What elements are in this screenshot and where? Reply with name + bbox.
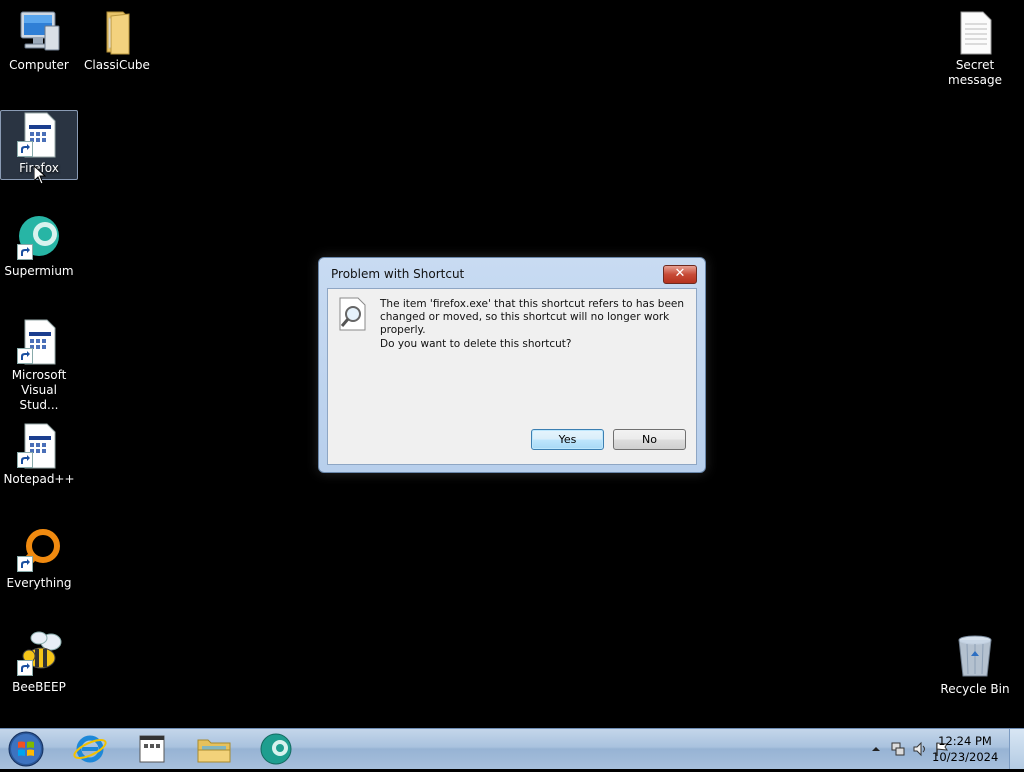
desktop-icon-recycle-bin[interactable]: Recycle Bin bbox=[937, 632, 1013, 697]
start-button[interactable] bbox=[6, 730, 46, 768]
dialog-content: The item 'firefox.exe' that this shortcu… bbox=[327, 288, 697, 465]
close-button[interactable]: ✕ bbox=[663, 265, 697, 284]
desktop-icon-supermium[interactable]: Supermium bbox=[1, 214, 77, 279]
desktop-icon-secret-message[interactable]: Secret message bbox=[937, 8, 1013, 88]
shortcut-arrow-icon bbox=[17, 556, 33, 572]
application-shortcut-icon bbox=[15, 422, 63, 470]
application-shortcut-icon bbox=[15, 318, 63, 366]
bee-icon bbox=[15, 630, 63, 678]
text-document-icon bbox=[951, 8, 999, 56]
desktop-icon-label: ClassiCube bbox=[84, 58, 150, 72]
desktop-icon-label: Secret message bbox=[948, 58, 1002, 87]
everything-search-icon bbox=[15, 526, 63, 574]
desktop-icon-label: Recycle Bin bbox=[940, 682, 1010, 696]
no-button[interactable]: No bbox=[613, 429, 686, 450]
taskbar-internet-explorer-button[interactable] bbox=[70, 732, 110, 766]
desktop-icon-everything[interactable]: Everything bbox=[1, 526, 77, 591]
system-clock[interactable]: 12:24 PM 10/23/2024 bbox=[932, 733, 998, 765]
show-hidden-icons-chevron-up-icon[interactable] bbox=[868, 741, 884, 757]
computer-icon bbox=[15, 8, 63, 56]
internet-explorer-icon bbox=[73, 735, 107, 763]
file-explorer-icon bbox=[197, 739, 231, 763]
recycle-bin-icon bbox=[951, 632, 999, 680]
mouse-cursor-icon bbox=[33, 164, 47, 189]
desktop-icon-label: Everything bbox=[6, 576, 72, 590]
supermium-icon bbox=[15, 214, 63, 262]
dialog-question: Do you want to delete this shortcut? bbox=[380, 338, 572, 350]
dialog-message: The item 'firefox.exe' that this shortcu… bbox=[380, 298, 685, 336]
taskbar-file-explorer-button[interactable] bbox=[194, 732, 234, 766]
desktop-icon-classicube[interactable]: ClassiCube bbox=[79, 8, 155, 73]
desktop: Computer ClassiCube Firefox Supermium Mi… bbox=[0, 0, 1024, 728]
yes-button[interactable]: Yes bbox=[531, 429, 604, 450]
network-icon[interactable] bbox=[890, 741, 906, 757]
clock-date: 10/23/2024 bbox=[932, 750, 999, 764]
folder-icon bbox=[93, 8, 141, 56]
problem-with-shortcut-dialog: Problem with Shortcut ✕ The item 'firefo… bbox=[318, 257, 706, 473]
desktop-icon-beebeep[interactable]: BeeBEEP bbox=[1, 630, 77, 695]
desktop-icon-computer[interactable]: Computer bbox=[1, 8, 77, 73]
taskbar-supermium-button[interactable] bbox=[256, 732, 296, 766]
taskbar-application-button[interactable] bbox=[132, 732, 172, 766]
desktop-icon-label: Notepad++ bbox=[3, 472, 75, 486]
desktop-icon-label: Supermium bbox=[4, 264, 74, 278]
clock-time: 12:24 PM bbox=[938, 734, 992, 748]
desktop-icon-notepadpp[interactable]: Notepad++ bbox=[1, 422, 77, 487]
taskbar: 12:24 PM 10/23/2024 bbox=[0, 728, 1024, 769]
shortcut-arrow-icon bbox=[17, 244, 33, 260]
application-window-icon bbox=[139, 735, 165, 763]
application-shortcut-icon bbox=[15, 111, 63, 159]
shortcut-arrow-icon bbox=[17, 452, 33, 468]
desktop-icon-label: Microsoft Visual Stud... bbox=[11, 368, 67, 412]
shortcut-arrow-icon bbox=[17, 141, 33, 157]
magnifier-document-icon bbox=[338, 297, 368, 331]
volume-icon[interactable] bbox=[912, 741, 928, 757]
system-tray: 12:24 PM 10/23/2024 bbox=[824, 729, 1024, 769]
desktop-icon-label: Computer bbox=[9, 58, 69, 72]
shortcut-arrow-icon bbox=[17, 348, 33, 364]
show-desktop-button[interactable] bbox=[1009, 729, 1024, 769]
shortcut-arrow-icon bbox=[17, 660, 33, 676]
desktop-icon-msvs[interactable]: Microsoft Visual Stud... bbox=[1, 318, 77, 413]
dialog-title: Problem with Shortcut bbox=[331, 267, 465, 281]
supermium-icon bbox=[260, 733, 292, 765]
desktop-icon-label: BeeBEEP bbox=[12, 680, 66, 694]
